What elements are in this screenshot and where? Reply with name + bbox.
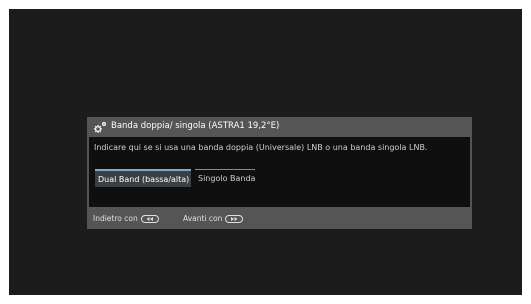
dialog-title: Banda doppia/ singola (ASTRA1 19,2°E): [111, 121, 280, 131]
dialog-footer: Indietro con Avanti con: [87, 211, 472, 227]
rewind-button-icon: [140, 214, 159, 223]
settings-gears-icon: [94, 122, 107, 133]
option-single-band-label: Singolo Banda: [198, 174, 256, 183]
fast-forward-button-icon: [225, 214, 244, 223]
next-hint-label: Avanti con: [183, 214, 223, 223]
next-hint[interactable]: Avanti con: [183, 214, 244, 223]
option-single-band[interactable]: Singolo Banda: [195, 169, 255, 187]
tv-screen: Banda doppia/ singola (ASTRA1 19,2°E) In…: [9, 9, 522, 295]
band-selection-dialog: Banda doppia/ singola (ASTRA1 19,2°E) In…: [87, 117, 472, 229]
dialog-body: Indicare qui se si usa una banda doppia …: [89, 137, 470, 207]
back-hint[interactable]: Indietro con: [93, 214, 159, 223]
back-hint-label: Indietro con: [93, 214, 138, 223]
dialog-description: Indicare qui se si usa una banda doppia …: [94, 143, 428, 152]
option-dual-band[interactable]: Dual Band (bassa/alta): [95, 169, 191, 187]
dialog-header: Banda doppia/ singola (ASTRA1 19,2°E): [87, 117, 472, 137]
option-dual-band-label: Dual Band (bassa/alta): [98, 174, 190, 184]
